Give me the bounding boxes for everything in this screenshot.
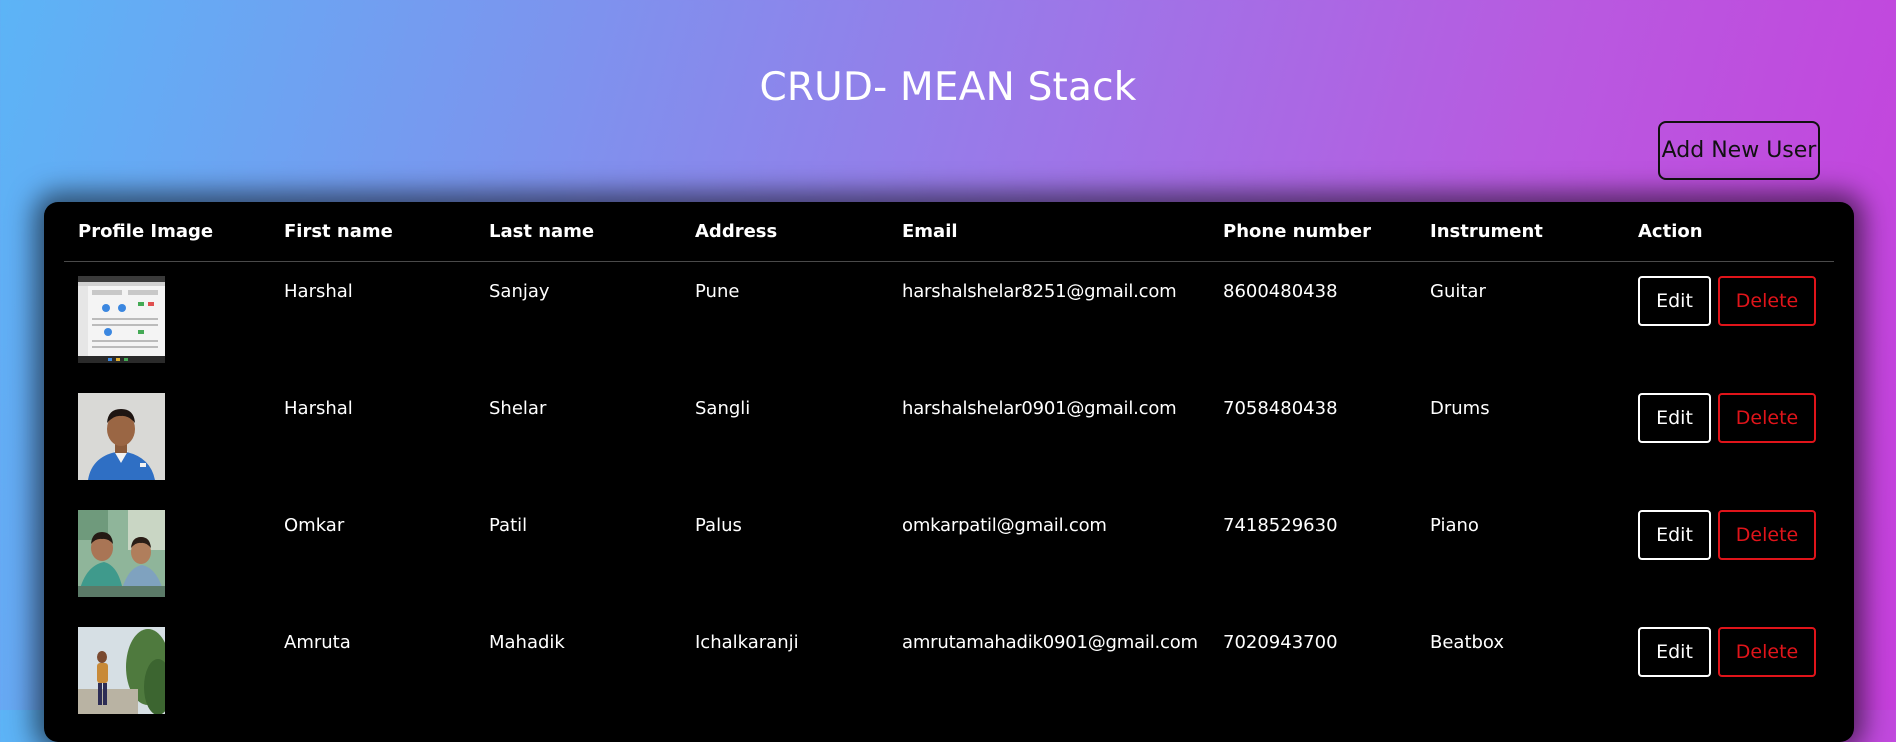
cell-address: Pune [695,281,740,302]
edit-button[interactable]: Edit [1638,626,1711,677]
table-row: Omkar Patil Palus omkarpatil@gmail.com 7… [64,496,1834,613]
cell-first-name: Amruta [284,631,351,653]
cell-phone: 7418529630 [1223,514,1338,536]
table-row: Harshal Shelar Sangli harshalshelar0901@… [64,379,1834,496]
cell-phone: 7058480438 [1223,397,1338,419]
cell-last-name: Sanjay [489,281,550,302]
cell-actions: Edit Delete [1624,379,1834,496]
cell-phone: 8600480438 [1223,281,1338,302]
page-title: CRUD- MEAN Stack [759,65,1137,110]
edit-button[interactable]: Edit [1638,392,1711,443]
profile-image-group-photo [78,509,165,597]
profile-image-outdoor-photo [78,626,165,714]
column-header-instrument: Instrument [1416,202,1624,262]
cell-actions: Edit Delete [1624,496,1834,613]
cell-first-name: Harshal [284,397,353,419]
delete-button[interactable]: Delete [1718,276,1816,326]
cell-actions: Edit Delete [1624,613,1834,730]
users-table: Profile Image First name Last name Addre… [64,202,1834,730]
table-header-row: Profile Image First name Last name Addre… [64,202,1834,262]
cell-address: Palus [695,514,742,536]
cell-last-name: Shelar [489,397,547,419]
delete-button[interactable]: Delete [1718,509,1816,560]
column-header-profile-image: Profile Image [64,202,270,262]
cell-address: Ichalkaranji [695,631,799,653]
column-header-last-name: Last name [475,202,681,262]
profile-image-portrait [78,392,165,480]
cell-email: harshalshelar8251@gmail.com [902,281,1177,302]
cell-address: Sangli [695,397,751,419]
cell-instrument: Guitar [1430,281,1486,302]
cell-instrument: Piano [1430,514,1479,536]
cell-phone: 7020943700 [1223,631,1338,653]
cell-first-name: Harshal [284,281,353,302]
table-row: Harshal Sanjay Pune harshalshelar8251@gm… [64,262,1834,379]
edit-button[interactable]: Edit [1638,509,1711,560]
cell-email: harshalshelar0901@gmail.com [902,397,1177,419]
edit-button[interactable]: Edit [1638,276,1711,326]
column-header-address: Address [681,202,888,262]
column-header-first-name: First name [270,202,475,262]
users-table-card: Profile Image First name Last name Addre… [44,202,1854,742]
cell-instrument: Drums [1430,397,1490,419]
cell-instrument: Beatbox [1430,631,1505,653]
cell-actions: Edit Delete [1624,262,1834,379]
add-new-user-button[interactable]: Add New User [1658,121,1820,180]
column-header-action: Action [1624,202,1834,262]
cell-last-name: Patil [489,514,528,536]
cell-first-name: Omkar [284,514,345,536]
delete-button[interactable]: Delete [1718,626,1816,677]
cell-last-name: Mahadik [489,631,565,653]
delete-button[interactable]: Delete [1718,392,1816,443]
column-header-phone-number: Phone number [1209,202,1416,262]
column-header-email: Email [888,202,1209,262]
cell-email: amrutamahadik0901@gmail.com [902,631,1198,653]
cell-email: omkarpatil@gmail.com [902,514,1107,536]
table-row: Amruta Mahadik Ichalkaranji amrutamahadi… [64,613,1834,730]
profile-image-screenshot [78,276,165,363]
